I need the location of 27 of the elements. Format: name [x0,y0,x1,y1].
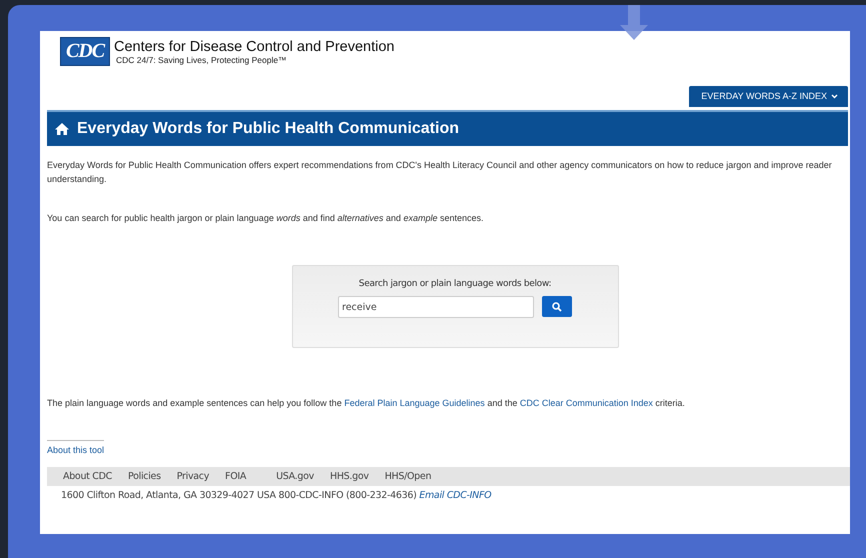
footer-link[interactable]: About CDC [63,471,112,482]
home-icon[interactable] [55,123,69,135]
email-link[interactable]: Email CDC-INFO [419,490,492,501]
org-name: Centers for Disease Control and Prevention [114,38,394,54]
guidelines-paragraph: The plain language words and example sentences can help you follow the Federal Plain Language Guidelines and the CDC Clear Communication Index criteria. [47,397,686,410]
arrow-icon [619,5,649,41]
index-button[interactable]: EVERDAY WORDS A-Z INDEX [689,86,848,107]
guideline-link[interactable]: CDC Clear Communication Index [520,398,653,408]
address-text: 1600 Clifton Road, Atlanta, GA 30329-4027 USA 800-CDC-INFO (800-232-4636) [61,490,417,501]
page-title: Everyday Words for Public Health Communication [77,120,459,138]
intro-paragraph: Everyday Words for Public Health Communication offers expert recommendations from CDC's Health Literacy Council and other agency communicators on how to reduce jargon and improve reader understanding. [47,159,833,186]
search-label: Search jargon or plain language words below: [358,279,552,289]
chevron-icon [831,94,838,98]
footer-link[interactable]: Privacy [176,471,210,482]
guideline-link[interactable]: Federal Plain Language Guidelines [344,398,485,408]
footer-link[interactable]: HHS.gov [330,471,369,482]
footer-link[interactable]: USA.gov [276,471,314,482]
search-hint-paragraph: You can search for public health jargon or plain language words and find alternatives and example sentences. [47,212,485,225]
cdc-logo[interactable]: CDC [60,37,110,66]
footer-link[interactable]: Policies [128,471,161,482]
search-field[interactable]: receive [338,296,534,318]
tagline: CDC 24/7: Saving Lives, Protecting People™ [115,54,288,64]
search-icon [552,302,562,312]
search-button[interactable] [542,296,572,317]
footer-link[interactable]: HHS/Open [384,471,432,482]
about-link[interactable]: About this tool [47,440,104,455]
footer-link[interactable]: FOIA [225,471,246,482]
